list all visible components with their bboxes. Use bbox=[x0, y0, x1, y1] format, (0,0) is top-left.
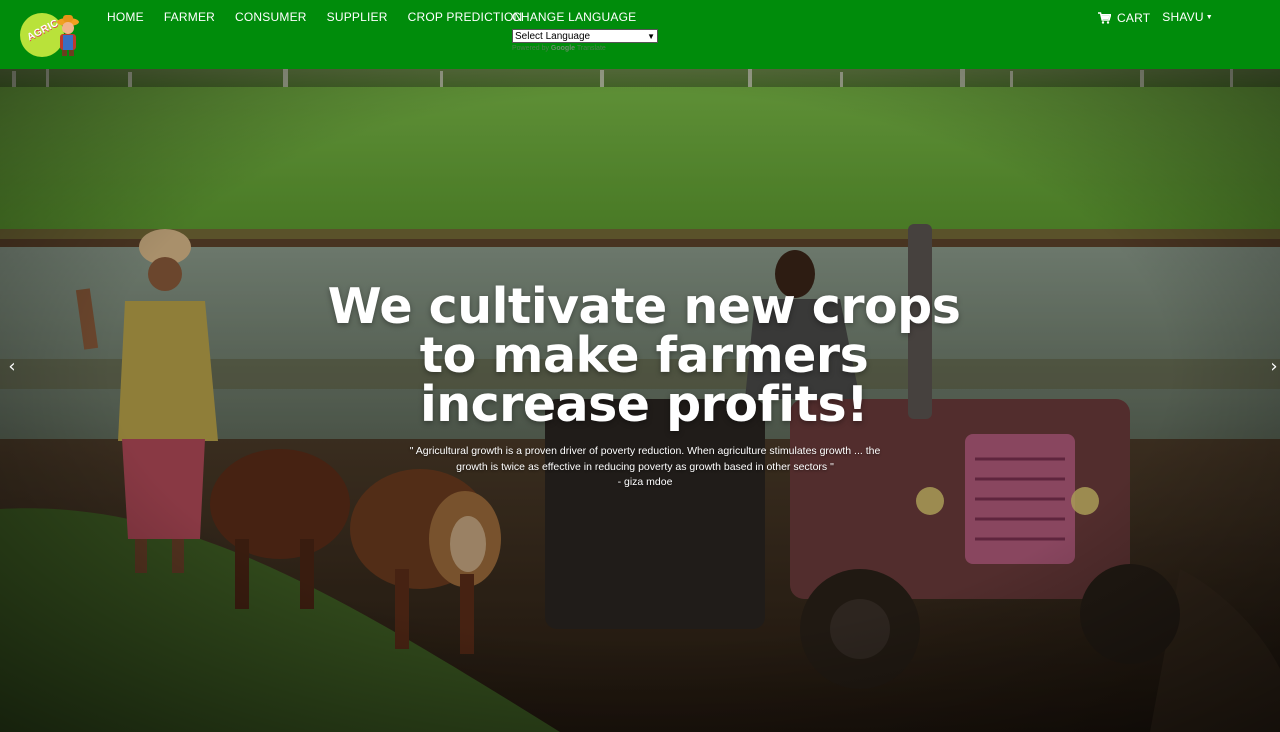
caret-down-icon: ▼ bbox=[1205, 14, 1213, 21]
hero-quote-line: " Agricultural growth is a proven driver… bbox=[409, 445, 881, 457]
chevron-right-icon[interactable]: › bbox=[1267, 358, 1280, 376]
hero-carousel: We cultivate new crops to make farmers i… bbox=[0, 69, 1280, 732]
hero-title-line: We cultivate new crops bbox=[327, 278, 961, 335]
cart-icon[interactable] bbox=[1098, 11, 1111, 24]
hero-quote: " Agricultural growth is a proven driver… bbox=[395, 444, 895, 491]
language-group: CHANGE LANGUAGE Select Language ▼ Powere… bbox=[512, 10, 658, 52]
brand-logo[interactable]: AGRIC bbox=[18, 11, 84, 57]
language-select-value: Select Language bbox=[515, 30, 591, 42]
nav-farmer[interactable]: FARMER bbox=[164, 10, 215, 24]
chevron-left-icon[interactable]: ‹ bbox=[5, 358, 19, 376]
user-menu[interactable]: SHAVU ▼ bbox=[1162, 10, 1213, 25]
navbar: AGRIC HOME FARMER CONSUMER SUPPLIER CROP… bbox=[0, 0, 1280, 69]
nav-change-language[interactable]: CHANGE LANGUAGE bbox=[512, 10, 658, 24]
nav-crop-prediction[interactable]: CROP PREDICTION bbox=[408, 10, 523, 24]
hero-title: We cultivate new crops to make farmers i… bbox=[290, 282, 998, 429]
nav-supplier[interactable]: SUPPLIER bbox=[327, 10, 388, 24]
nav-right: CART SHAVU ▼ bbox=[1098, 10, 1225, 25]
powered-by-text: Powered by bbox=[512, 45, 551, 52]
nav-consumer[interactable]: CONSUMER bbox=[235, 10, 307, 24]
google-logo-text: Google bbox=[550, 45, 576, 52]
language-select[interactable]: Select Language ▼ bbox=[512, 29, 658, 43]
chevron-down-icon: ▼ bbox=[647, 31, 655, 41]
hero-title-line: increase profits! bbox=[419, 376, 869, 433]
google-translate-credit[interactable]: Powered by Google Translate bbox=[512, 45, 658, 52]
farmer-mascot-icon bbox=[57, 15, 79, 56]
translate-text: Translate bbox=[575, 45, 606, 52]
nav-home[interactable]: HOME bbox=[107, 10, 144, 24]
primary-nav: HOME FARMER CONSUMER SUPPLIER CROP PREDI… bbox=[107, 10, 542, 24]
user-name: SHAVU bbox=[1162, 10, 1204, 24]
hero-title-line: to make farmers bbox=[419, 327, 869, 384]
hero-quote-author: - giza mdoe bbox=[617, 476, 673, 488]
nav-cart[interactable]: CART bbox=[1117, 11, 1150, 25]
hero-quote-line: growth is twice as effective in reducing… bbox=[456, 460, 834, 473]
